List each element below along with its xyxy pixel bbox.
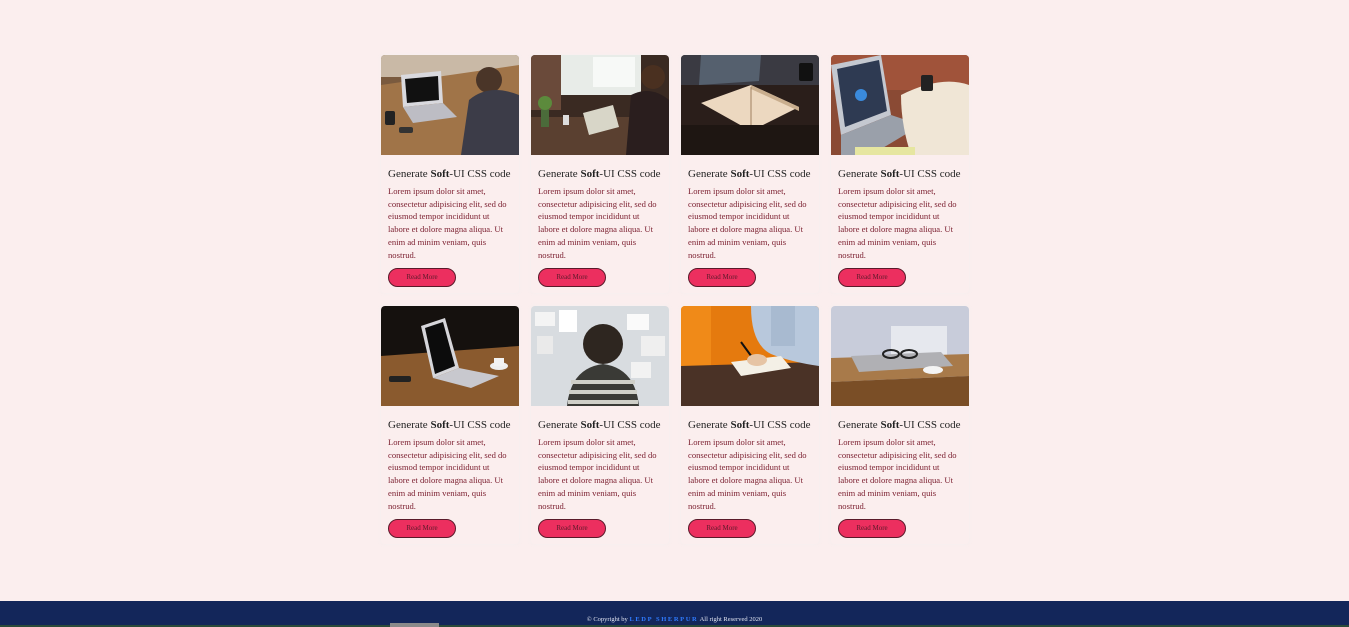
- copyright-text: © Copyright by LEDP SHERPUR All right Re…: [586, 616, 763, 623]
- card-image-laptop-man: [381, 55, 519, 155]
- read-more-button[interactable]: Read More: [838, 268, 906, 287]
- card-title: Generate Soft-UI CSS code: [838, 168, 961, 180]
- read-more-button[interactable]: Read More: [538, 519, 606, 538]
- blog-card: Generate Soft-UI CSS code Lorem ipsum do…: [531, 306, 669, 544]
- card-title: Generate Soft-UI CSS code: [538, 419, 661, 431]
- blog-card: Generate Soft-UI CSS code Lorem ipsum do…: [381, 55, 519, 293]
- read-more-button[interactable]: Read More: [688, 268, 756, 287]
- blog-card: Generate Soft-UI CSS code Lorem ipsum do…: [831, 55, 969, 293]
- card-image-desk-window: [531, 55, 669, 155]
- card-description: Lorem ipsum dolor sit amet, consectetur …: [838, 186, 957, 260]
- card-image-desk-glasses: [831, 306, 969, 406]
- card-grid: Generate Soft-UI CSS code Lorem ipsum do…: [381, 55, 969, 544]
- read-more-button[interactable]: Read More: [538, 268, 606, 287]
- site-footer: © Copyright by LEDP SHERPUR All right Re…: [0, 601, 1349, 627]
- card-description: Lorem ipsum dolor sit amet, consectetur …: [688, 186, 807, 260]
- card-description: Lorem ipsum dolor sit amet, consectetur …: [538, 437, 657, 511]
- read-more-button[interactable]: Read More: [388, 519, 456, 538]
- read-more-button[interactable]: Read More: [688, 519, 756, 538]
- blog-card: Generate Soft-UI CSS code Lorem ipsum do…: [381, 306, 519, 544]
- card-title: Generate Soft-UI CSS code: [388, 168, 511, 180]
- blog-card: Generate Soft-UI CSS code Lorem ipsum do…: [681, 306, 819, 544]
- card-title: Generate Soft-UI CSS code: [838, 419, 961, 431]
- card-description: Lorem ipsum dolor sit amet, consectetur …: [388, 437, 507, 511]
- blog-card: Generate Soft-UI CSS code Lorem ipsum do…: [831, 306, 969, 544]
- card-title: Generate Soft-UI CSS code: [688, 419, 811, 431]
- card-image-notebook: [681, 55, 819, 155]
- card-description: Lorem ipsum dolor sit amet, consectetur …: [838, 437, 957, 511]
- scrollbar-thumb[interactable]: [390, 623, 439, 627]
- card-title: Generate Soft-UI CSS code: [688, 168, 811, 180]
- card-description: Lorem ipsum dolor sit amet, consectetur …: [538, 186, 657, 260]
- card-image-man-whiteboard: [531, 306, 669, 406]
- card-title: Generate Soft-UI CSS code: [538, 168, 661, 180]
- brand-link[interactable]: LEDP SHERPUR: [629, 616, 698, 623]
- card-image-writing-orange: [681, 306, 819, 406]
- card-title: Generate Soft-UI CSS code: [388, 419, 511, 431]
- read-more-button[interactable]: Read More: [388, 268, 456, 287]
- read-more-button[interactable]: Read More: [838, 519, 906, 538]
- card-description: Lorem ipsum dolor sit amet, consectetur …: [688, 437, 807, 511]
- blog-card: Generate Soft-UI CSS code Lorem ipsum do…: [531, 55, 669, 293]
- card-image-laptop-hands: [831, 55, 969, 155]
- card-description: Lorem ipsum dolor sit amet, consectetur …: [388, 186, 507, 260]
- card-image-laptop-table: [381, 306, 519, 406]
- blog-card: Generate Soft-UI CSS code Lorem ipsum do…: [681, 55, 819, 293]
